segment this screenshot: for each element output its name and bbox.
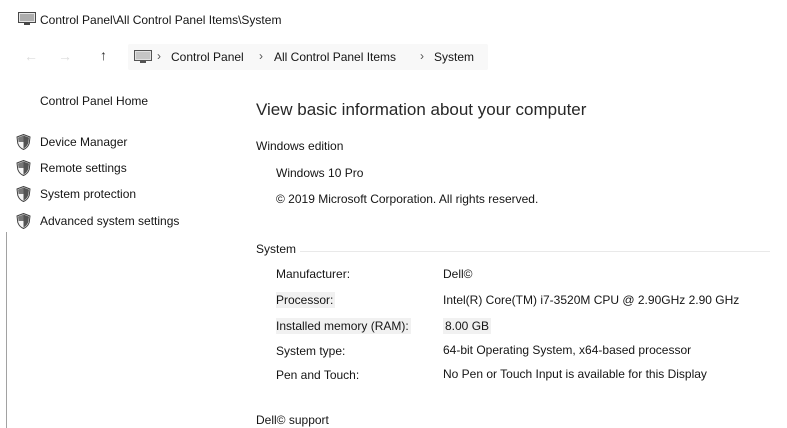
breadcrumb-system[interactable]: System	[434, 50, 474, 64]
system-type-label: System type:	[276, 344, 346, 358]
installed-memory-value: 8.00 GB	[443, 318, 492, 334]
pen-and-touch-value: No Pen or Touch Input is available for t…	[443, 367, 707, 381]
forward-button[interactable]: →	[58, 48, 72, 64]
pen-and-touch-label: Pen and Touch:	[276, 368, 360, 382]
shield-icon	[16, 160, 31, 176]
manufacturer-label: Manufacturer:	[276, 267, 351, 281]
section-system: System	[256, 242, 297, 256]
section-windows-edition: Windows edition	[256, 139, 344, 153]
system-window-icon	[18, 12, 36, 25]
system-protection-label: System protection	[40, 187, 137, 201]
system-type-value: 64-bit Operating System, x64-based proce…	[443, 343, 692, 357]
section-dell-support: Dell© support	[256, 413, 329, 427]
breadcrumb-separator: ›	[157, 49, 161, 63]
breadcrumb-separator: ›	[420, 49, 424, 63]
page-title: View basic information about your comput…	[256, 100, 587, 119]
section-divider	[300, 251, 770, 252]
shield-icon	[16, 134, 31, 150]
computer-icon	[134, 50, 152, 63]
system-protection-link[interactable]: System protection	[16, 184, 136, 204]
processor-value: Intel(R) Core(TM) i7-3520M CPU @ 2.90GHz…	[443, 293, 740, 307]
breadcrumb-all-control-panel-items[interactable]: All Control Panel Items	[274, 50, 396, 64]
copyright-text: © 2019 Microsoft Corporation. All rights…	[276, 192, 539, 206]
breadcrumb-control-panel[interactable]: Control Panel	[171, 50, 244, 64]
processor-label: Processor:	[276, 292, 336, 308]
device-manager-link[interactable]: Device Manager	[16, 132, 127, 152]
remote-settings-link[interactable]: Remote settings	[16, 158, 127, 178]
advanced-system-settings-label: Advanced system settings	[40, 214, 180, 228]
shield-icon	[16, 213, 31, 229]
device-manager-label: Device Manager	[40, 135, 128, 149]
title-bar: Control Panel\All Control Panel Items\Sy…	[0, 0, 787, 40]
breadcrumb-separator: ›	[259, 49, 263, 63]
shield-icon	[16, 186, 31, 202]
windows-edition-value: Windows 10 Pro	[276, 166, 364, 180]
remote-settings-label: Remote settings	[40, 161, 127, 175]
pane-divider	[6, 232, 7, 428]
installed-memory-label: Installed memory (RAM):	[276, 318, 411, 334]
up-button[interactable]: ↑	[100, 47, 107, 63]
control-panel-home-link[interactable]: Control Panel Home	[40, 94, 148, 108]
window-title: Control Panel\All Control Panel Items\Sy…	[40, 13, 282, 27]
manufacturer-value: Dell©	[443, 267, 473, 281]
advanced-system-settings-link[interactable]: Advanced system settings	[16, 211, 179, 231]
back-button[interactable]: ←	[24, 48, 38, 64]
